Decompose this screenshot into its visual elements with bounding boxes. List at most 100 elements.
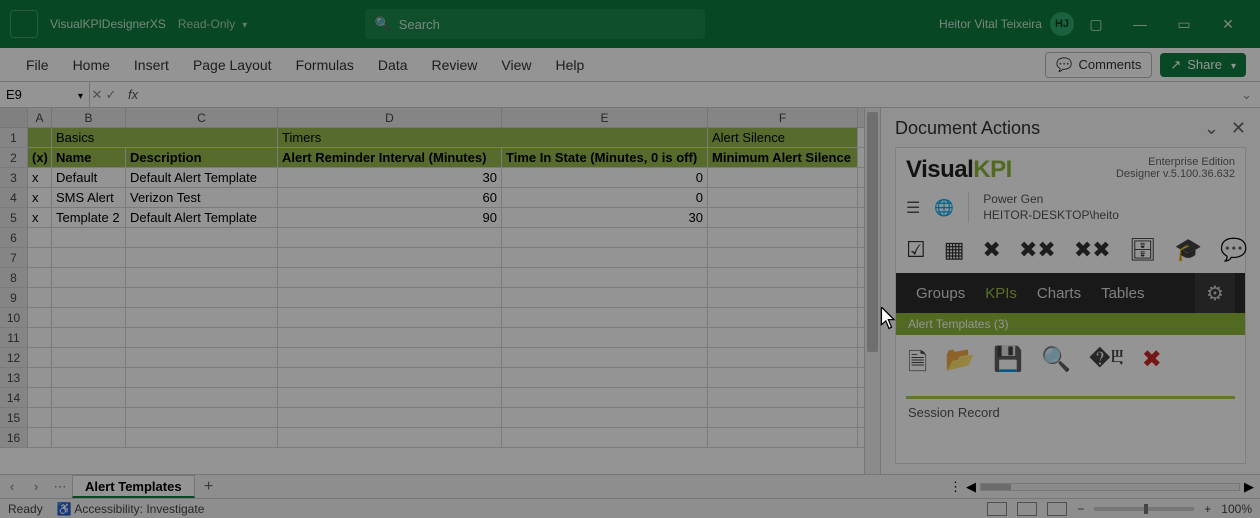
cell[interactable]: x bbox=[28, 188, 52, 207]
new-file-icon[interactable]: 🗎 bbox=[908, 345, 927, 386]
add-sheet-button[interactable]: + bbox=[195, 478, 223, 496]
row-header[interactable]: 15 bbox=[0, 408, 28, 427]
col-header-d[interactable]: D bbox=[278, 108, 502, 127]
chat-icon[interactable]: 💬 bbox=[1220, 237, 1247, 263]
hscroll-right[interactable]: ▶ bbox=[1244, 479, 1254, 495]
cell[interactable] bbox=[708, 268, 858, 287]
row-header[interactable]: 6 bbox=[0, 228, 28, 247]
row-header[interactable]: 3 bbox=[0, 168, 28, 187]
double-x-icon-2[interactable]: ✖✖ bbox=[1074, 237, 1111, 263]
zoom-slider[interactable] bbox=[1094, 507, 1194, 511]
ribbon-tab-file[interactable]: File bbox=[14, 48, 61, 81]
cell[interactable] bbox=[708, 328, 858, 347]
cell[interactable] bbox=[502, 268, 708, 287]
comments-button[interactable]: 💬Comments bbox=[1045, 52, 1152, 78]
share-button[interactable]: ↗Share bbox=[1160, 53, 1246, 77]
cell[interactable] bbox=[502, 368, 708, 387]
cell[interactable]: 60 bbox=[278, 188, 502, 207]
cell[interactable] bbox=[126, 368, 278, 387]
cell[interactable] bbox=[278, 348, 502, 367]
cell[interactable] bbox=[502, 308, 708, 327]
row-header[interactable]: 11 bbox=[0, 328, 28, 347]
cell[interactable]: Name bbox=[52, 148, 126, 167]
cell[interactable] bbox=[28, 368, 52, 387]
pane-tab-tables[interactable]: Tables bbox=[1091, 285, 1154, 302]
cell[interactable]: 0 bbox=[502, 168, 708, 187]
cell[interactable] bbox=[278, 268, 502, 287]
sheet-more[interactable]: ⋯ bbox=[48, 479, 72, 495]
cell[interactable] bbox=[708, 168, 858, 187]
cell[interactable] bbox=[52, 228, 126, 247]
section-alert-silence[interactable]: Alert Silence bbox=[708, 128, 858, 147]
search-box[interactable]: 🔍 Search bbox=[365, 9, 705, 39]
fx-label[interactable]: fx bbox=[118, 87, 148, 102]
checklist-icon[interactable]: ☑ bbox=[906, 237, 926, 263]
cell[interactable]: Default bbox=[52, 168, 126, 187]
open-folder-icon[interactable]: 📂 bbox=[945, 345, 975, 386]
horizontal-scrollbar[interactable] bbox=[980, 483, 1240, 491]
row-header[interactable]: 8 bbox=[0, 268, 28, 287]
select-all-triangle[interactable] bbox=[0, 108, 28, 127]
row-header[interactable]: 1 bbox=[0, 128, 28, 147]
worksheet-grid[interactable]: A B C D E F 1BasicsTimersAlert Silence2(… bbox=[0, 108, 864, 474]
cell[interactable] bbox=[708, 408, 858, 427]
minimize-button[interactable]: — bbox=[1118, 0, 1162, 48]
cell[interactable] bbox=[278, 288, 502, 307]
cell[interactable]: 30 bbox=[278, 168, 502, 187]
ribbon-tab-formulas[interactable]: Formulas bbox=[284, 48, 366, 81]
cell[interactable] bbox=[708, 188, 858, 207]
cell[interactable] bbox=[28, 388, 52, 407]
section-basics[interactable]: Basics bbox=[52, 128, 278, 147]
read-only-badge[interactable]: Read-Only bbox=[178, 17, 247, 31]
cell[interactable]: x bbox=[28, 168, 52, 187]
cell[interactable] bbox=[502, 228, 708, 247]
expand-formula-bar[interactable]: ⌄ bbox=[1233, 87, 1260, 103]
cell[interactable] bbox=[126, 348, 278, 367]
col-header-b[interactable]: B bbox=[52, 108, 126, 127]
cell[interactable] bbox=[28, 348, 52, 367]
cell[interactable] bbox=[278, 228, 502, 247]
cell[interactable]: 30 bbox=[502, 208, 708, 227]
ribbon-tab-page-layout[interactable]: Page Layout bbox=[181, 48, 284, 81]
cell[interactable]: Default Alert Template bbox=[126, 208, 278, 227]
cell[interactable] bbox=[708, 368, 858, 387]
cell[interactable] bbox=[278, 328, 502, 347]
row-header[interactable]: 2 bbox=[0, 148, 28, 167]
zoom-in[interactable]: + bbox=[1204, 502, 1211, 516]
cell[interactable]: Minimum Alert Silence bbox=[708, 148, 858, 167]
row-header[interactable]: 9 bbox=[0, 288, 28, 307]
cell[interactable] bbox=[708, 288, 858, 307]
cell[interactable] bbox=[28, 428, 52, 447]
zoom-out[interactable]: − bbox=[1077, 502, 1084, 516]
name-box[interactable]: E9 bbox=[0, 82, 90, 107]
cell[interactable] bbox=[502, 388, 708, 407]
col-header-f[interactable]: F bbox=[708, 108, 858, 127]
sheet-nav-prev[interactable]: ‹ bbox=[0, 479, 24, 494]
section-timers[interactable]: Timers bbox=[278, 128, 708, 147]
cell[interactable] bbox=[28, 308, 52, 327]
enter-formula[interactable]: ✓ bbox=[104, 87, 118, 103]
cell[interactable] bbox=[502, 248, 708, 267]
gear-icon[interactable]: ⚙ bbox=[1195, 273, 1235, 313]
cell[interactable] bbox=[52, 288, 126, 307]
pane-tab-charts[interactable]: Charts bbox=[1027, 285, 1091, 302]
cell[interactable] bbox=[502, 428, 708, 447]
cell[interactable] bbox=[502, 348, 708, 367]
status-accessibility[interactable]: ♿ Accessibility: Investigate bbox=[57, 502, 205, 516]
vertical-scrollbar[interactable] bbox=[864, 108, 880, 474]
maximize-button[interactable]: ▭ bbox=[1162, 0, 1206, 48]
pane-tab-groups[interactable]: Groups bbox=[906, 285, 975, 302]
cell[interactable]: Template 2 bbox=[52, 208, 126, 227]
cell[interactable] bbox=[52, 428, 126, 447]
cell[interactable] bbox=[126, 388, 278, 407]
cell[interactable] bbox=[278, 368, 502, 387]
cell[interactable] bbox=[126, 228, 278, 247]
cell[interactable] bbox=[28, 128, 52, 147]
view-page-layout-icon[interactable] bbox=[1017, 502, 1037, 516]
row-header[interactable]: 5 bbox=[0, 208, 28, 227]
cell[interactable] bbox=[28, 288, 52, 307]
cell[interactable] bbox=[126, 268, 278, 287]
ribbon-tab-home[interactable]: Home bbox=[61, 48, 122, 81]
cell[interactable] bbox=[52, 348, 126, 367]
double-x-icon-1[interactable]: ✖✖ bbox=[1019, 237, 1056, 263]
